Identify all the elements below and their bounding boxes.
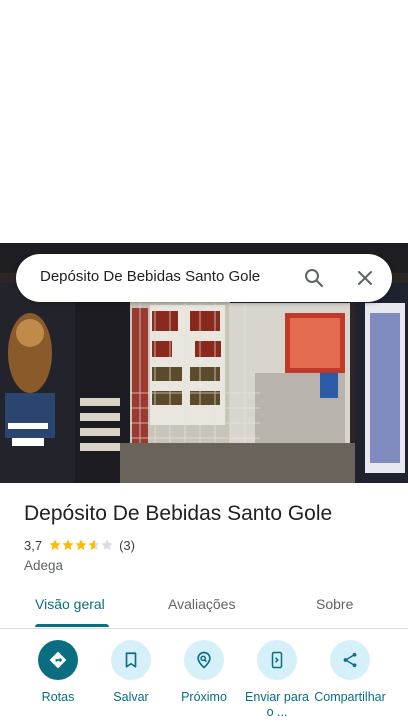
save-circle: [111, 640, 151, 680]
share-label: Compartilhar: [314, 690, 386, 704]
send-to-phone-label: Enviar para o ...: [245, 690, 309, 719]
send-to-phone-icon: [271, 651, 283, 669]
directions-label: Rotas: [41, 690, 75, 704]
directions-circle: [38, 640, 78, 680]
nearby-circle: [184, 640, 224, 680]
star-rating: [48, 538, 113, 552]
active-tab-indicator: [35, 624, 109, 627]
send-to-phone-circle: [257, 640, 297, 680]
rating-row[interactable]: 3,7 (3): [24, 536, 392, 554]
tab-reviews[interactable]: Avaliações: [168, 596, 235, 612]
nearby-label: Próximo: [181, 690, 227, 704]
save-label: Salvar: [113, 690, 149, 704]
star-empty-icon: [101, 539, 113, 550]
search-bar[interactable]: Depósito De Bebidas Santo Gole: [16, 254, 392, 302]
send-to-phone-button[interactable]: Enviar para o ...: [241, 640, 313, 720]
close-icon[interactable]: [353, 266, 377, 290]
place-info: Depósito De Bebidas Santo Gole 3,7 (3) A…: [24, 500, 392, 573]
save-button[interactable]: Salvar: [95, 640, 167, 705]
star-icon: [49, 539, 61, 550]
place-title: Depósito De Bebidas Santo Gole: [24, 502, 333, 525]
bookmark-icon: [125, 652, 137, 668]
tab-about[interactable]: Sobre: [316, 596, 353, 612]
nearby-icon: [197, 651, 211, 669]
search-input[interactable]: Depósito De Bebidas Santo Gole: [40, 268, 260, 285]
nearby-button[interactable]: Próximo: [168, 640, 240, 705]
search-icon[interactable]: [302, 266, 326, 290]
star-icon: [75, 539, 87, 550]
rating-value: 3,7: [24, 537, 43, 553]
action-bar: Rotas Salvar Próximo Enviar para o ... C…: [0, 640, 408, 726]
review-count[interactable]: (3): [119, 538, 135, 553]
star-icon: [62, 539, 74, 550]
share-icon: [343, 652, 357, 668]
tab-overview[interactable]: Visão geral: [35, 596, 105, 612]
share-circle: [330, 640, 370, 680]
place-category[interactable]: Adega: [24, 558, 392, 573]
directions-icon: [49, 651, 67, 669]
share-button[interactable]: Compartilhar: [314, 640, 386, 705]
directions-button[interactable]: Rotas: [22, 640, 94, 705]
map-area[interactable]: [0, 0, 408, 243]
tab-bar: Visão geral Avaliações Sobre: [0, 588, 408, 629]
star-half-icon: [88, 539, 100, 550]
